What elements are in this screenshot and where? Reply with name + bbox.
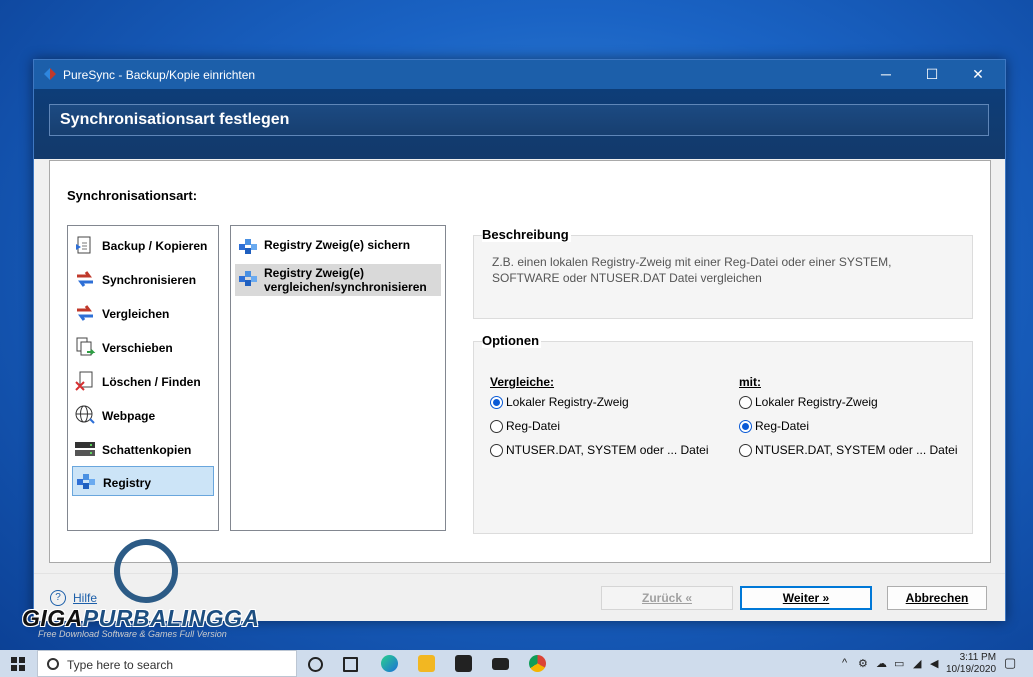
registry-icon [239, 239, 257, 254]
watermark-tagline: Free Download Software & Games Full Vers… [38, 629, 227, 639]
sync-type-label: Synchronisationsart: [67, 188, 198, 203]
radio-indicator[interactable] [490, 396, 503, 409]
options-title: Optionen [482, 333, 542, 348]
back-button[interactable]: Zurück « [601, 586, 733, 610]
clock-date: 10/19/2020 [946, 664, 997, 675]
sync-type-webpage[interactable]: Webpage [72, 400, 214, 430]
radio-label: Lokaler Registry-Zweig [506, 395, 629, 409]
description-group: Beschreibung Z.B. einen lokalen Registry… [473, 227, 973, 319]
close-button[interactable]: ✕ [955, 60, 1001, 89]
sync-type-move[interactable]: Verschieben [72, 332, 214, 362]
content-panel: Synchronisationsart: Backup / Kopieren S… [49, 160, 991, 563]
radio-indicator[interactable] [739, 396, 752, 409]
sync-type-backup[interactable]: Backup / Kopieren [72, 230, 214, 260]
minimize-button[interactable]: ─ [863, 60, 909, 89]
task-view-icon[interactable] [343, 657, 358, 672]
radio-indicator[interactable] [490, 444, 503, 457]
next-button[interactable]: Weiter » [740, 586, 872, 610]
sync-type-label: Vergleichen [102, 307, 170, 321]
tray-network-icon[interactable]: ⚙ [858, 657, 868, 670]
sync-type-registry[interactable]: Registry [72, 466, 214, 496]
taskbar-clock[interactable]: 3:11 PM 10/19/2020 [946, 652, 996, 676]
edge-icon[interactable] [381, 655, 398, 672]
registry-action-label-line1: Registry Zweig(e) [264, 266, 365, 280]
sync-type-compare[interactable]: Vergleichen [72, 298, 214, 328]
file-explorer-icon[interactable] [418, 655, 435, 672]
watermark: GIGAPURBALINGGA Free Download Software &… [22, 539, 282, 639]
sync-type-label: Schattenkopien [102, 443, 192, 457]
tray-volume-icon[interactable]: ◀ [930, 657, 938, 670]
sync-type-label: Verschieben [102, 341, 173, 355]
cortana-icon[interactable] [308, 657, 323, 672]
tray-battery-icon[interactable]: ▭ [894, 657, 904, 670]
tray-cloud-icon[interactable]: ☁ [876, 657, 887, 670]
watermark-brand: GIGAPURBALINGGA [22, 605, 260, 632]
sync-type-label: Löschen / Finden [102, 375, 201, 389]
options-group: Optionen Vergleiche: mit: Lokaler Regist… [473, 333, 973, 534]
clock-time: 3:11 PM [959, 652, 997, 663]
sync-type-label: Webpage [102, 409, 156, 423]
compare-icon [77, 305, 93, 321]
registry-action-compare-sync[interactable]: Registry Zweig(e) vergleichen/synchronisi… [235, 264, 441, 296]
webpage-icon [75, 405, 95, 424]
watermark-brand-part2: PURBALINGGA [82, 605, 260, 631]
compare-heading: Vergleiche: [490, 375, 555, 389]
sync-icon [77, 271, 93, 287]
radio-label: Reg-Datei [755, 419, 810, 433]
with-heading: mit: [739, 375, 761, 389]
sync-type-label: Registry [103, 476, 152, 490]
chrome-icon[interactable] [529, 655, 546, 672]
cancel-button[interactable]: Abbrechen [887, 586, 987, 610]
title-bar[interactable]: PureSync - Backup/Kopie einrichten ─ ☐ ✕ [34, 60, 1005, 89]
taskbar-search[interactable]: Type here to search [37, 650, 297, 677]
sync-type-synchronize[interactable]: Synchronisieren [72, 264, 214, 294]
move-icon [76, 337, 96, 356]
sync-type-label: Synchronisieren [102, 273, 197, 287]
registry-action-label: Registry Zweig(e) vergleichen/synchronisi… [264, 266, 427, 294]
puresync-app-icon [44, 68, 56, 80]
store-icon[interactable] [455, 655, 472, 672]
window-title: PureSync - Backup/Kopie einrichten [63, 68, 256, 82]
description-title: Beschreibung [482, 227, 571, 242]
radio-label: Reg-Datei [506, 419, 561, 433]
registry-action-label-line2: vergleichen/synchronisieren [264, 280, 427, 294]
header-band: Synchronisationsart festlegen [34, 89, 1005, 159]
radio-indicator[interactable] [739, 420, 752, 433]
sync-type-shadow-copies[interactable]: Schattenkopien [72, 434, 214, 464]
radio-label: Lokaler Registry-Zweig [755, 395, 878, 409]
description-text: Z.B. einen lokalen Registry-Zweig mit ei… [492, 255, 892, 285]
registry-action-label: Registry Zweig(e) sichern [264, 238, 411, 252]
sync-type-delete-find[interactable]: Löschen / Finden [72, 366, 214, 396]
radio-indicator[interactable] [739, 444, 752, 457]
tray-chevron-icon[interactable]: ^ [842, 657, 847, 669]
search-icon [47, 658, 59, 670]
puresync-window: PureSync - Backup/Kopie einrichten ─ ☐ ✕… [33, 59, 1006, 621]
backup-icon [76, 236, 91, 254]
registry-icon [77, 474, 95, 489]
watermark-brand-part1: GIGA [22, 605, 83, 631]
tray-wifi-icon[interactable]: ◢ [913, 657, 921, 670]
delete-find-icon [75, 371, 93, 391]
shadow-copy-icon [75, 442, 95, 456]
registry-icon [239, 271, 257, 286]
mail-icon[interactable] [492, 658, 509, 670]
notifications-icon[interactable]: ▢ [1004, 655, 1016, 671]
radio-label: NTUSER.DAT, SYSTEM oder ... Datei [755, 443, 958, 457]
sync-type-label: Backup / Kopieren [102, 239, 208, 253]
watermark-logo [114, 539, 178, 603]
maximize-button[interactable]: ☐ [909, 60, 955, 89]
page-title: Synchronisationsart festlegen [60, 111, 290, 128]
taskbar: Type here to search ^ ⚙ ☁ ▭ ◢ ◀ 3:11 PM … [0, 650, 1033, 677]
sync-type-list: Backup / Kopieren Synchronisieren Vergle… [67, 225, 219, 531]
radio-indicator[interactable] [490, 420, 503, 433]
registry-action-list: Registry Zweig(e) sichern Registry Zweig… [230, 225, 446, 531]
radio-label: NTUSER.DAT, SYSTEM oder ... Datei [506, 443, 709, 457]
start-button[interactable] [11, 657, 25, 671]
page-banner: Synchronisationsart festlegen [49, 104, 989, 136]
search-placeholder: Type here to search [67, 658, 174, 672]
registry-action-backup[interactable]: Registry Zweig(e) sichern [235, 232, 441, 258]
